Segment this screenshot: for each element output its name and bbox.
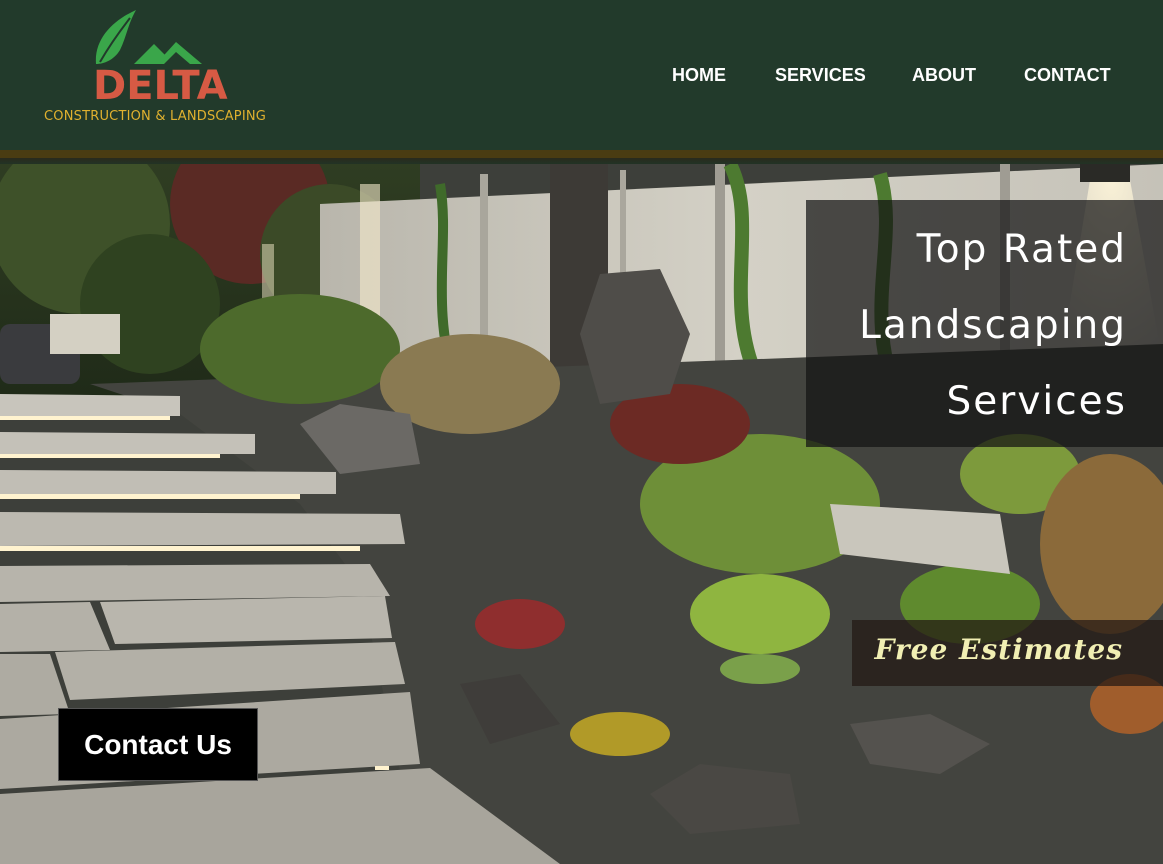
hero-headline-box: Top Rated Landscaping Services — [806, 200, 1163, 447]
contact-us-button[interactable]: Contact Us — [58, 708, 258, 781]
brand-tagline: CONSTRUCTION & LANDSCAPING — [44, 109, 267, 124]
nav-contact[interactable]: CONTACT — [1024, 64, 1111, 86]
hero-section: Top Rated Landscaping Services Free Esti… — [0, 164, 1163, 864]
nav-about[interactable]: ABOUT — [912, 64, 976, 86]
leaf-roof-icon — [95, 10, 202, 64]
site-header: DELTA CONSTRUCTION & LANDSCAPING HOME SE… — [0, 0, 1163, 150]
nav-home[interactable]: HOME — [672, 64, 726, 86]
header-divider — [0, 150, 1163, 164]
nav-services[interactable]: SERVICES — [775, 64, 866, 86]
free-estimates-badge: Free Estimates — [852, 620, 1163, 686]
hero-headline-line-3: Services — [946, 379, 1127, 424]
main-nav: HOME SERVICES ABOUT CONTACT — [0, 64, 1163, 88]
hero-headline-line-1: Top Rated — [916, 227, 1127, 272]
hero-headline-line-2: Landscaping — [859, 303, 1127, 348]
free-estimates-text: Free Estimates — [874, 633, 1123, 666]
